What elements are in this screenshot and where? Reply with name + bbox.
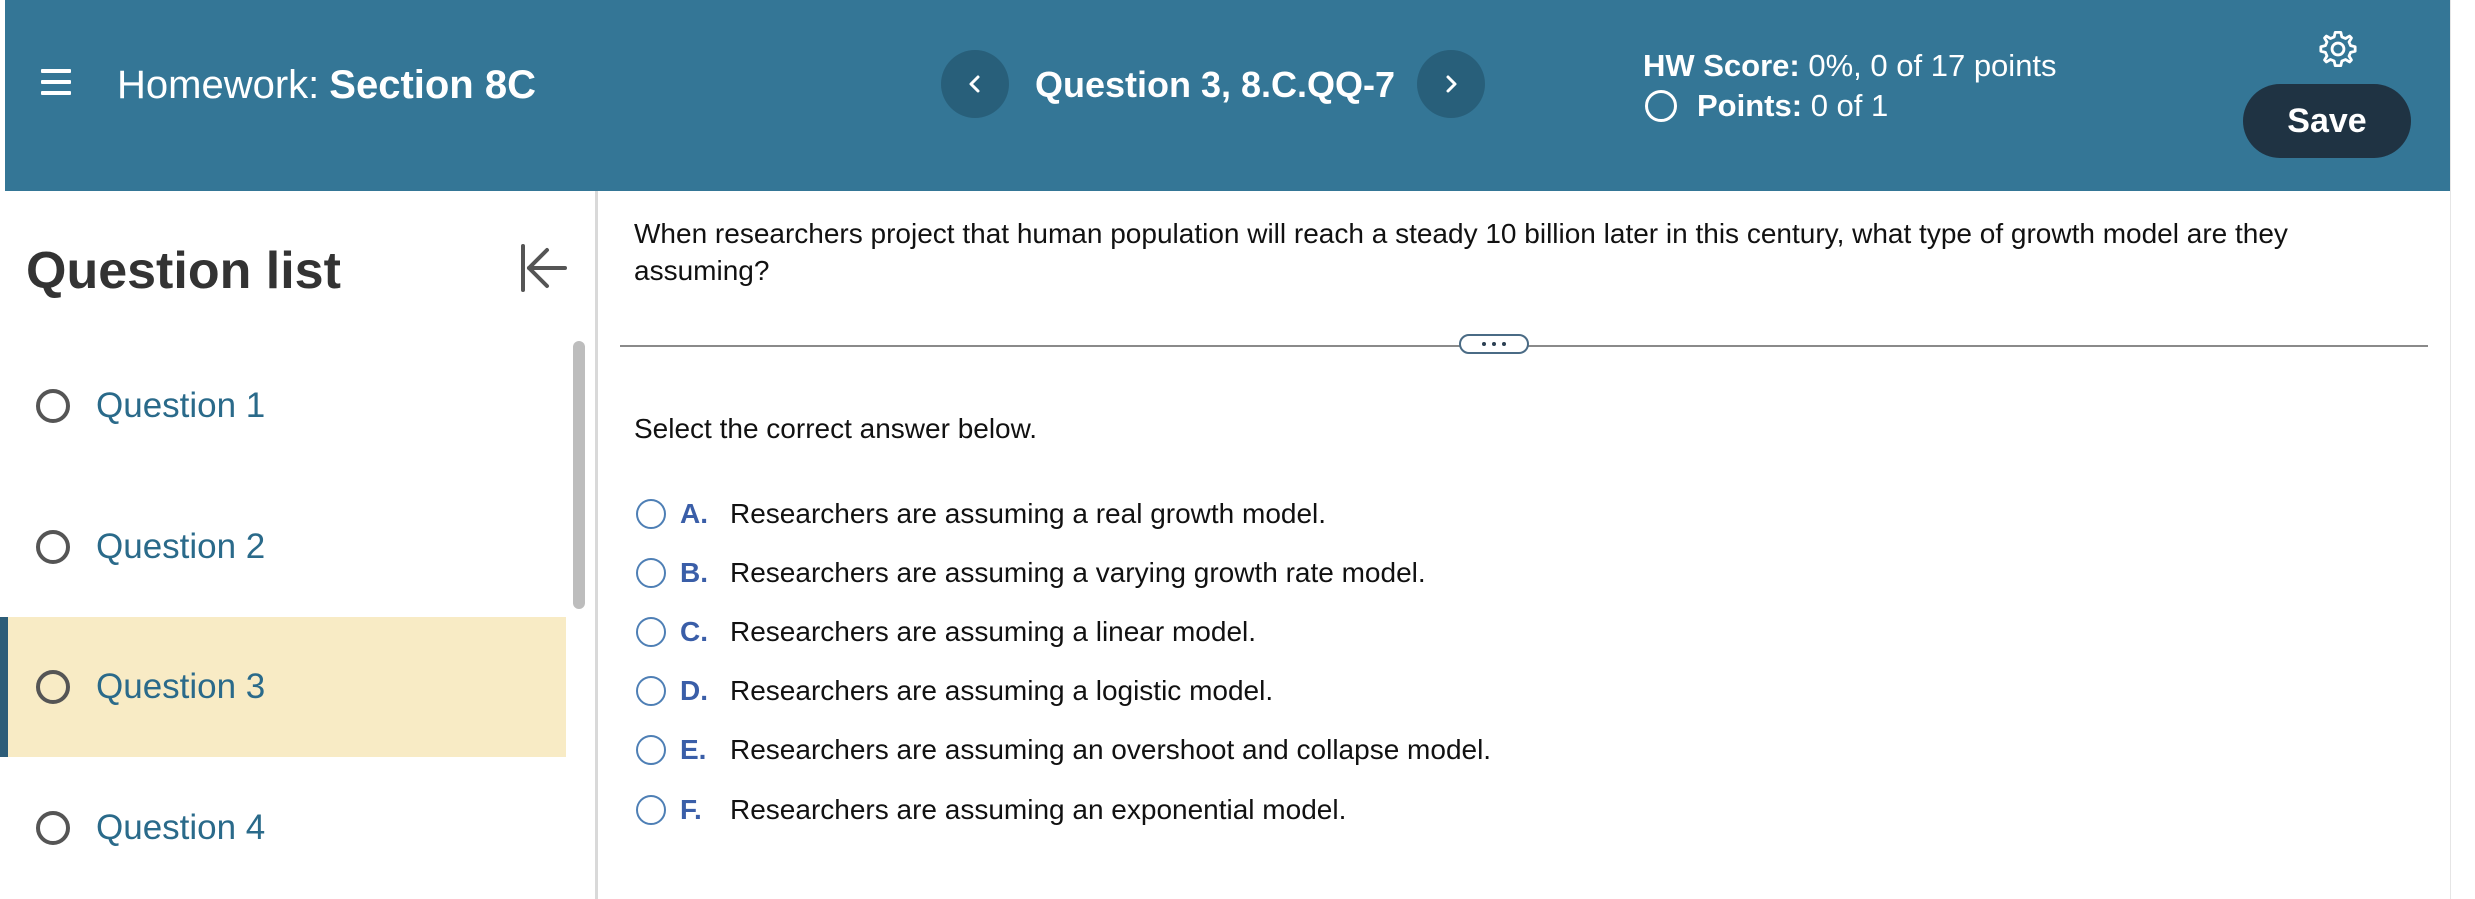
- answer-option-f[interactable]: F. Researchers are assuming an exponenti…: [636, 788, 1346, 832]
- save-button[interactable]: Save: [2243, 84, 2411, 158]
- points-value: 0 of 1: [1810, 88, 1889, 123]
- chevron-right-icon: [1446, 75, 1457, 93]
- gear-icon[interactable]: [2317, 28, 2359, 70]
- option-letter: B.: [680, 557, 708, 588]
- question-panel: When researchers project that human popu…: [598, 191, 2450, 899]
- points-status: Points: 0 of 1: [1645, 86, 1888, 126]
- points-label: Points:: [1697, 88, 1803, 123]
- question-status-circle-icon: [36, 530, 70, 564]
- option-text[interactable]: Researchers are assuming a linear model.: [730, 616, 1256, 648]
- answer-option-d[interactable]: D. Researchers are assuming a logistic m…: [636, 669, 1273, 713]
- option-letter: F.: [680, 794, 702, 825]
- option-letter: C.: [680, 616, 708, 647]
- radio-button[interactable]: [636, 795, 666, 825]
- scrollbar-thumb[interactable]: [573, 341, 585, 609]
- previous-question-button[interactable]: [941, 50, 1009, 118]
- ellipsis-icon: [1502, 342, 1506, 346]
- answer-instruction: Select the correct answer below.: [634, 413, 1038, 444]
- ellipsis-icon: [1482, 342, 1486, 346]
- sidebar-scrollbar[interactable]: [571, 339, 587, 899]
- question-status-circle-icon: [36, 389, 70, 423]
- option-text[interactable]: Researchers are assuming a varying growt…: [730, 557, 1426, 589]
- expand-more-button[interactable]: [1459, 334, 1529, 354]
- window-right-edge: [2450, 0, 2475, 899]
- hw-score-value: 0%, 0 of 17 points: [1808, 48, 2057, 83]
- sidebar-item-label: Question 2: [96, 527, 266, 566]
- section-title: Section 8C: [329, 63, 536, 107]
- hw-score: HW Score: 0%, 0 of 17 points: [1643, 46, 2057, 86]
- answer-option-c[interactable]: C. Researchers are assuming a linear mod…: [636, 610, 1256, 654]
- question-text: When researchers project that human popu…: [634, 218, 2288, 286]
- homework-label: Homework:: [117, 63, 320, 107]
- answer-option-e[interactable]: E. Researchers are assuming an overshoot…: [636, 728, 1491, 772]
- answer-option-b[interactable]: B. Researchers are assuming a varying gr…: [636, 551, 1426, 595]
- sidebar-item-question-2[interactable]: Question 2: [0, 477, 566, 617]
- option-text[interactable]: Researchers are assuming an overshoot an…: [730, 734, 1491, 766]
- ellipsis-icon: [1492, 342, 1496, 346]
- homework-title: Homework: Section 8C: [117, 60, 536, 110]
- sidebar-item-label: Question 3: [96, 667, 266, 706]
- sidebar-item-question-1[interactable]: Question 1: [0, 336, 566, 476]
- option-text[interactable]: Researchers are assuming a logistic mode…: [730, 675, 1273, 707]
- radio-button[interactable]: [636, 735, 666, 765]
- option-letter: E.: [680, 734, 707, 765]
- radio-button[interactable]: [636, 499, 666, 529]
- hw-score-label: HW Score:: [1643, 48, 1800, 83]
- question-list-title: Question list: [26, 242, 341, 300]
- sidebar-item-label: Question 1: [96, 386, 266, 425]
- sidebar-item-label: Question 4: [96, 808, 266, 847]
- top-header: Homework: Section 8C Question 3, 8.C.QQ-7…: [0, 0, 2450, 191]
- answer-option-a[interactable]: A. Researchers are assuming a real growt…: [636, 492, 1326, 536]
- question-status-circle-icon: [36, 670, 70, 704]
- radio-button[interactable]: [636, 558, 666, 588]
- next-question-button[interactable]: [1417, 50, 1485, 118]
- collapse-left-icon[interactable]: [515, 238, 571, 298]
- radio-button[interactable]: [636, 676, 666, 706]
- question-list-sidebar: Question list Question 1 Question 2 Ques…: [0, 191, 598, 899]
- sidebar-item-question-3[interactable]: Question 3: [0, 617, 566, 757]
- question-title: Question 3, 8.C.QQ-7: [1035, 64, 1396, 105]
- chevron-left-icon: [969, 75, 980, 93]
- option-letter: A.: [680, 498, 708, 529]
- hamburger-menu-icon[interactable]: [37, 63, 77, 103]
- points-status-circle-icon: [1645, 90, 1677, 122]
- option-text[interactable]: Researchers are assuming an exponential …: [730, 794, 1346, 826]
- option-letter: D.: [680, 675, 708, 706]
- sidebar-item-question-4[interactable]: Question 4: [0, 758, 566, 898]
- radio-button[interactable]: [636, 617, 666, 647]
- question-status-circle-icon: [36, 811, 70, 845]
- option-text[interactable]: Researchers are assuming a real growth m…: [730, 498, 1326, 530]
